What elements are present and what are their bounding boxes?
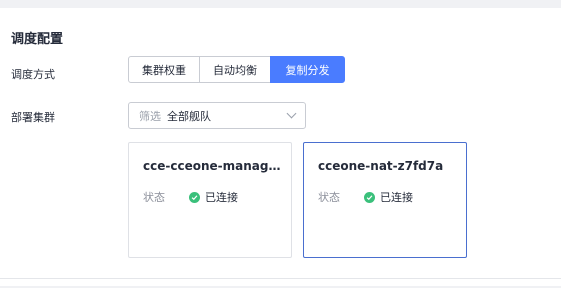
filter-value: 全部舰队 (167, 109, 211, 123)
status-text: 已连接 (205, 191, 238, 204)
divider (0, 278, 561, 279)
deploy-cluster-label: 部署集群 (11, 111, 55, 124)
schedule-method-label: 调度方式 (11, 68, 55, 81)
schedule-config-panel: 调度配置 调度方式 集群权重 自动均衡 复制分发 部署集群 筛选 全部舰队 cc… (0, 8, 561, 286)
cluster-card[interactable]: cce-cceone-manage... 状态 已连接 (128, 142, 292, 258)
cluster-card[interactable]: cceone-nat-z7fd7a 状态 已连接 (303, 142, 467, 258)
status-label: 状态 (143, 191, 165, 204)
check-circle-icon (189, 191, 200, 203)
check-circle-icon (364, 191, 375, 203)
cluster-name: cce-cceone-manage... (143, 159, 283, 173)
status-text: 已连接 (380, 191, 413, 204)
status-label: 状态 (318, 191, 340, 204)
fleet-filter-select[interactable]: 筛选 全部舰队 (128, 102, 306, 129)
cluster-name: cceone-nat-z7fd7a (318, 159, 444, 173)
schedule-method-segmented: 集群权重 自动均衡 复制分发 (128, 56, 345, 83)
schedule-option-auto-balance[interactable]: 自动均衡 (199, 56, 271, 83)
schedule-option-replicate[interactable]: 复制分发 (270, 56, 345, 83)
status-badge: 已连接 (364, 189, 413, 205)
section-title: 调度配置 (11, 32, 64, 47)
filter-prefix: 筛选 (139, 109, 161, 123)
schedule-option-cluster-weight[interactable]: 集群权重 (128, 56, 200, 83)
status-badge: 已连接 (189, 189, 238, 205)
chevron-down-icon (286, 108, 297, 119)
